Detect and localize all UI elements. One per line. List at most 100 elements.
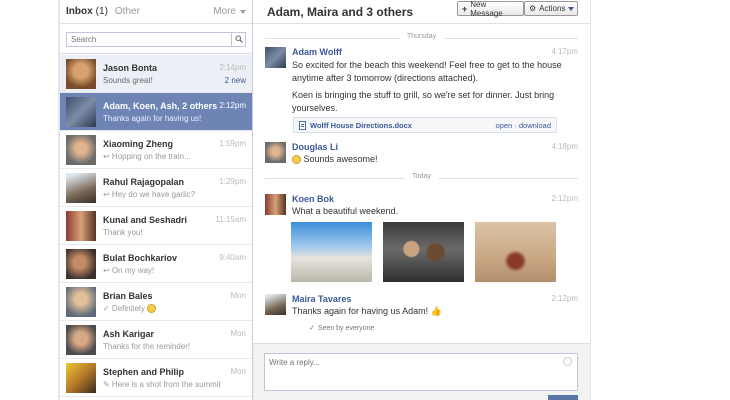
search-box bbox=[66, 32, 246, 47]
thread-time: 1:29pm bbox=[219, 177, 246, 186]
attachment: Wolff House Directions.docx open · downl… bbox=[293, 117, 557, 133]
thread-time: 9:40am bbox=[219, 253, 246, 262]
thread-item[interactable]: Stephen and Philip ✎ Here is a shot from… bbox=[60, 359, 252, 397]
search-icon[interactable] bbox=[231, 33, 245, 46]
message-text: So excited for the beach this weekend! F… bbox=[292, 60, 562, 83]
photo-thumbnail[interactable] bbox=[291, 222, 372, 282]
thread-name: Bulat Bochkariov bbox=[103, 253, 178, 263]
thread-time: 11:15am bbox=[215, 215, 246, 224]
thread-name: Adam, Koen, Ash, 2 others bbox=[103, 101, 218, 111]
thread-item[interactable]: Rahul Rajagopalan ↩ Hey do we have garli… bbox=[60, 169, 252, 207]
photo-thumbnail[interactable] bbox=[475, 222, 556, 282]
thread-snippet: Thank you! bbox=[103, 228, 143, 237]
thread-name: Jason Bonta bbox=[103, 63, 158, 73]
thread-name: Ash Karigar bbox=[103, 329, 155, 339]
search-area bbox=[60, 24, 252, 54]
thread-snippet: ↩ On my way! bbox=[103, 266, 155, 275]
new-message-button[interactable]: + New Message bbox=[457, 0, 524, 18]
message-text: Sounds awesome! bbox=[303, 154, 378, 164]
message: Douglas Li 4:18pm Sounds awesome! bbox=[265, 142, 578, 166]
avatar bbox=[66, 363, 96, 393]
conversation-pane: Adam, Maira and 3 others + New Message ⚙… bbox=[253, 0, 590, 400]
thread-snippet: ✓ Definitely bbox=[103, 304, 145, 313]
thread-item[interactable]: Brian Bales ✓ Definitely Mon bbox=[60, 283, 252, 321]
seen-text: Seen by everyone bbox=[317, 325, 375, 332]
thread-item[interactable]: Ash Karigar Thanks for the reminder! Mon bbox=[60, 321, 252, 359]
smiley-icon bbox=[292, 155, 301, 164]
photo-thumbnail[interactable] bbox=[383, 222, 464, 282]
thread-item[interactable]: Adam, Koen, Ash, 2 others Thanks again f… bbox=[60, 93, 252, 131]
thread-time: 2:12pm bbox=[219, 101, 246, 110]
thread-time: 1:59pm bbox=[219, 139, 246, 148]
thread-snippet: Thanks for the reminder! bbox=[103, 342, 191, 351]
thread-time: Mon bbox=[230, 329, 246, 338]
thread-item[interactable]: Xiaoming Zheng ↩ Hopping on the train...… bbox=[60, 131, 252, 169]
avatar[interactable] bbox=[265, 142, 286, 163]
message-author[interactable]: Koen Bok bbox=[292, 194, 334, 204]
chevron-down-icon bbox=[240, 9, 246, 14]
attachment-name[interactable]: Wolff House Directions.docx bbox=[310, 121, 412, 130]
tab-other[interactable]: Other bbox=[115, 6, 140, 17]
thread-list: Jason Bonta Sounds great! 2:14pm 2 new A… bbox=[60, 55, 252, 397]
avatar[interactable] bbox=[265, 194, 286, 215]
message-time: 2:12pm bbox=[551, 194, 578, 203]
thread-list-pane: Inbox (1) Other More Jason Bonta Sounds … bbox=[59, 0, 253, 400]
thread-snippet: Sounds great! bbox=[103, 76, 153, 85]
thread-item[interactable]: Jason Bonta Sounds great! 2:14pm 2 new bbox=[60, 55, 252, 93]
thread-snippet: ↩ Hopping on the train... bbox=[103, 152, 191, 161]
thread-name: Stephen and Philip bbox=[103, 367, 185, 377]
message-author[interactable]: Douglas Li bbox=[292, 142, 338, 152]
more-dropdown[interactable]: More bbox=[213, 6, 246, 17]
thread-item[interactable]: Kunal and Seshadri Thank you! 11:15am bbox=[60, 207, 252, 245]
thumbs-up-icon: 👍 bbox=[430, 306, 442, 316]
search-input[interactable] bbox=[67, 33, 245, 46]
avatar bbox=[66, 135, 96, 165]
avatar bbox=[66, 211, 96, 241]
more-label: More bbox=[213, 6, 236, 17]
thread-time: Mon bbox=[230, 291, 246, 300]
thread-name: Brian Bales bbox=[103, 291, 153, 301]
avatar bbox=[66, 173, 96, 203]
reply-input[interactable] bbox=[264, 353, 578, 391]
tab-inbox[interactable]: Inbox bbox=[66, 6, 93, 17]
avatar bbox=[66, 325, 96, 355]
thread-name: Rahul Rajagopalan bbox=[103, 177, 185, 187]
thread-time: Mon bbox=[230, 367, 246, 376]
avatar[interactable] bbox=[265, 47, 286, 68]
message-text: Koen is bringing the stuff to grill, so … bbox=[292, 90, 555, 113]
avatar[interactable] bbox=[265, 294, 286, 315]
message-time: 4:18pm bbox=[551, 142, 578, 151]
thread-snippet: ↩ Hey do we have garlic? bbox=[103, 190, 196, 199]
message-author[interactable]: Adam Wolff bbox=[292, 47, 342, 57]
gear-icon: ⚙ bbox=[529, 4, 537, 13]
day-divider: Today bbox=[265, 173, 578, 183]
avatar bbox=[66, 287, 96, 317]
thread-item[interactable]: Bulat Bochkariov ↩ On my way! 9:40am bbox=[60, 245, 252, 283]
message: Maira Tavares 2:12pm Thanks again for ha… bbox=[265, 294, 578, 320]
day-divider: Thursday bbox=[265, 33, 578, 43]
thread-snippet: Thanks again for having us! bbox=[103, 114, 202, 123]
right-border bbox=[590, 0, 591, 400]
attachment-actions[interactable]: open · download bbox=[496, 121, 551, 130]
actions-button[interactable]: ⚙ Actions bbox=[524, 1, 578, 16]
seen-status: ✓ Seen by everyone bbox=[309, 324, 374, 332]
chevron-down-icon bbox=[568, 6, 575, 11]
emoticon-icon[interactable] bbox=[563, 357, 572, 366]
reply-button[interactable] bbox=[548, 395, 578, 400]
day-label: Thursday bbox=[398, 33, 445, 40]
checkmark-icon: ✓ bbox=[309, 325, 315, 332]
thread-snippet-row: ✓ Definitely bbox=[103, 304, 157, 313]
document-icon bbox=[299, 120, 306, 130]
message-body: Thanks again for having us Adam! 👍 bbox=[292, 305, 578, 318]
plus-icon: + bbox=[462, 3, 468, 14]
compose-area bbox=[253, 343, 590, 400]
avatar bbox=[66, 97, 96, 127]
new-count-badge: 2 new bbox=[224, 76, 246, 85]
actions-label: Actions bbox=[539, 4, 566, 13]
avatar bbox=[66, 59, 96, 89]
message-text: Thanks again for having us Adam! bbox=[292, 306, 429, 316]
message-author[interactable]: Maira Tavares bbox=[292, 294, 351, 304]
message-text: What a beautiful weekend. bbox=[292, 206, 399, 216]
message-time: 4:17pm bbox=[551, 47, 578, 56]
day-label: Today bbox=[404, 173, 439, 180]
